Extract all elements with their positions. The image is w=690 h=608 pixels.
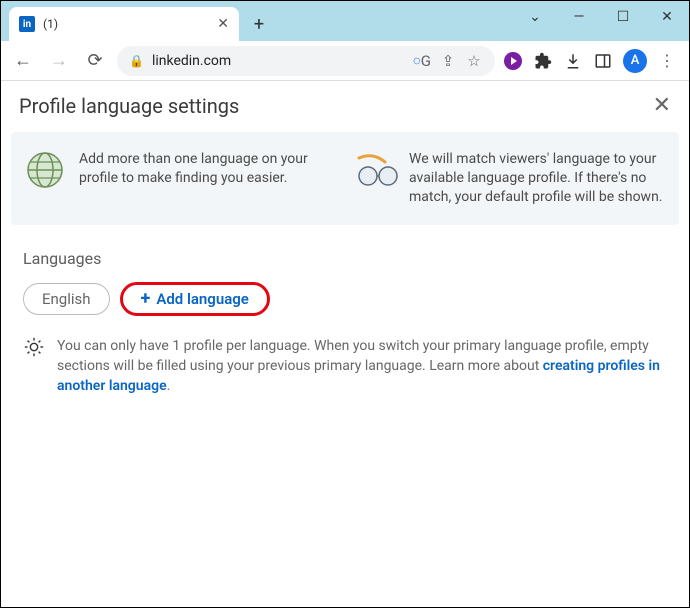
- languages-section: Languages English + Add language You can…: [1, 225, 689, 397]
- tab-close-icon[interactable]: ✕: [217, 16, 229, 32]
- close-dialog-button[interactable]: ✕: [653, 93, 671, 118]
- info-box: Add more than one language on your profi…: [11, 132, 679, 225]
- tip-text-part2: .: [167, 378, 171, 394]
- play-extension-icon[interactable]: [503, 51, 523, 71]
- add-language-label: Add language: [156, 290, 249, 308]
- extensions-puzzle-icon[interactable]: [533, 51, 553, 71]
- url-text: linkedin.com: [152, 53, 405, 69]
- page-header: Profile language settings ✕: [1, 81, 689, 132]
- address-bar[interactable]: 🔒 linkedin.com G ⇪ ☆: [117, 46, 495, 76]
- chevron-down-icon[interactable]: ⌄: [513, 3, 557, 31]
- tab-title: (1): [43, 17, 209, 31]
- minimize-button[interactable]: —: [557, 3, 601, 31]
- page-title: Profile language settings: [19, 94, 239, 118]
- lock-icon: 🔒: [129, 54, 144, 68]
- maximize-button[interactable]: ☐: [601, 3, 645, 31]
- info-item-globe: Add more than one language on your profi…: [25, 150, 335, 207]
- plus-icon: +: [141, 290, 151, 308]
- info-item-glasses: We will match viewers' language to your …: [355, 150, 665, 207]
- browser-tab[interactable]: in (1) ✕: [9, 7, 239, 41]
- tip-text: You can only have 1 profile per language…: [57, 336, 667, 397]
- panel-icon[interactable]: [593, 51, 613, 71]
- share-icon[interactable]: ⇪: [439, 52, 457, 70]
- extension-icons: A ⋮: [503, 49, 681, 73]
- forward-button[interactable]: →: [45, 47, 73, 75]
- titlebar: in (1) ✕ + ⌄ — ☐ ✕: [1, 1, 689, 41]
- menu-dots-icon[interactable]: ⋮: [657, 51, 677, 71]
- linkedin-favicon: in: [19, 16, 35, 32]
- close-window-button[interactable]: ✕: [645, 3, 689, 31]
- globe-icon: [25, 150, 65, 190]
- add-language-button[interactable]: + Add language: [120, 282, 270, 316]
- glasses-icon: [355, 150, 395, 190]
- language-row: English + Add language: [23, 282, 667, 316]
- new-tab-button[interactable]: +: [245, 10, 273, 38]
- google-icon[interactable]: G: [413, 52, 431, 70]
- window-controls: ⌄ — ☐ ✕: [513, 1, 689, 41]
- language-pill-english[interactable]: English: [23, 283, 110, 315]
- back-button[interactable]: ←: [9, 47, 37, 75]
- bookmark-star-icon[interactable]: ☆: [465, 52, 483, 70]
- page-content: Profile language settings ✕ Add more tha…: [1, 81, 689, 397]
- info-text-left: Add more than one language on your profi…: [79, 150, 335, 207]
- reload-button[interactable]: ⟳: [81, 47, 109, 75]
- section-title: Languages: [23, 249, 667, 268]
- downloads-icon[interactable]: [563, 51, 583, 71]
- lightbulb-icon: [23, 336, 45, 358]
- info-text-right: We will match viewers' language to your …: [409, 150, 665, 207]
- profile-avatar[interactable]: A: [623, 49, 647, 73]
- tip-row: You can only have 1 profile per language…: [23, 336, 667, 397]
- browser-toolbar: ← → ⟳ 🔒 linkedin.com G ⇪ ☆ A ⋮: [1, 41, 689, 81]
